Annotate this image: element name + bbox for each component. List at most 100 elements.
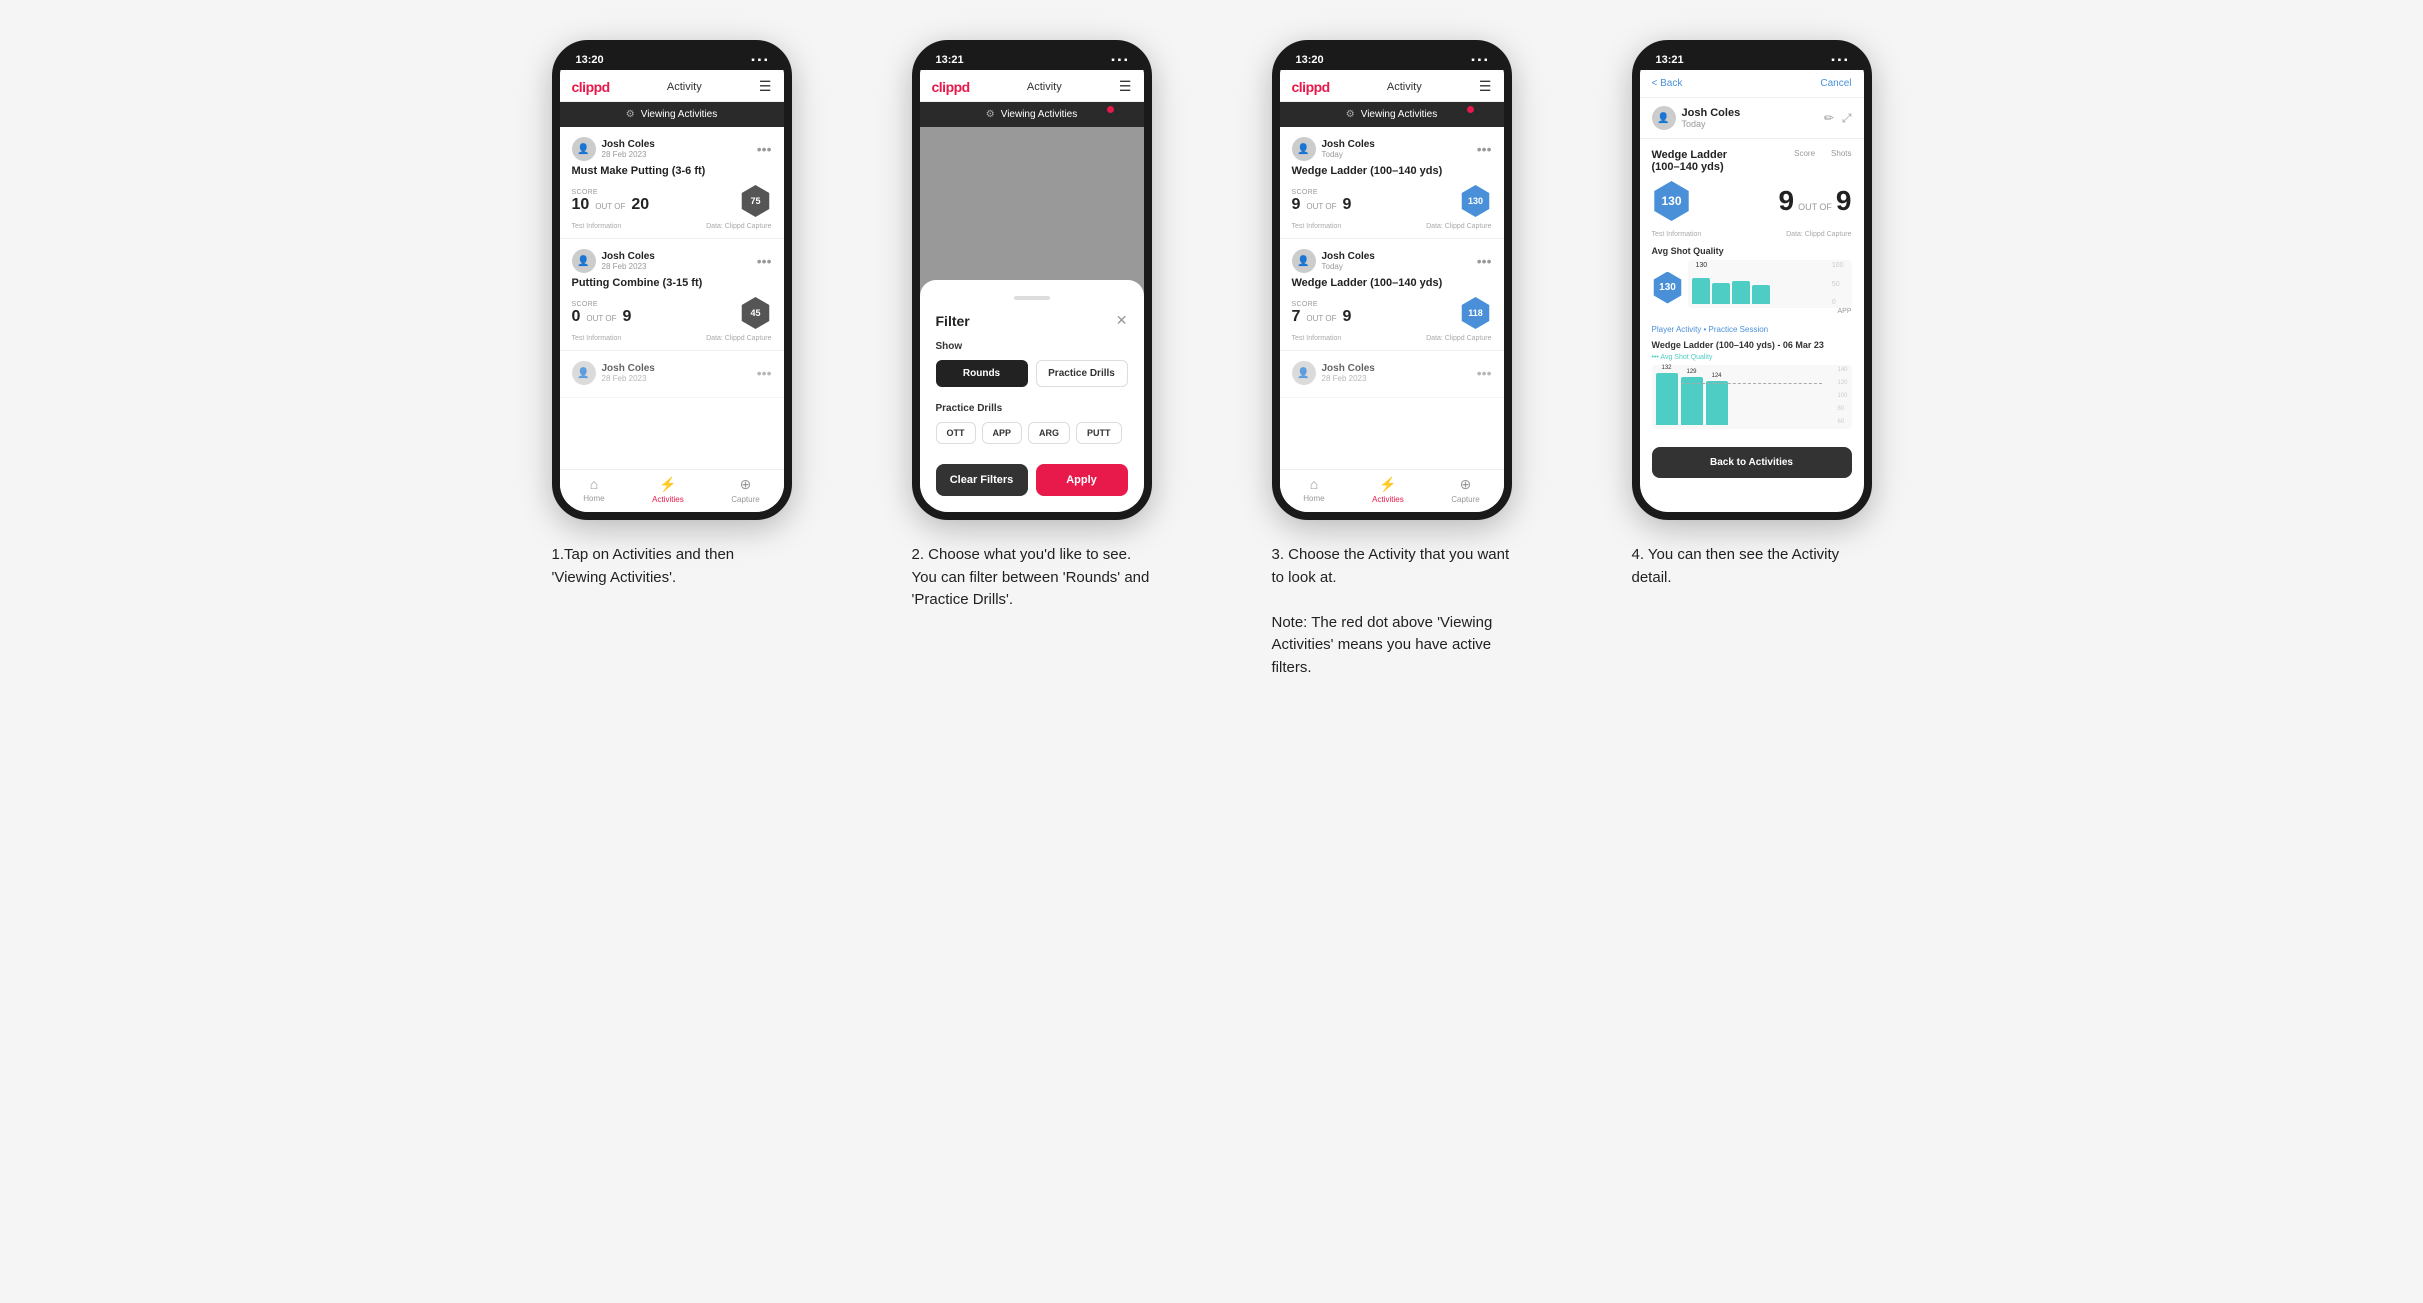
status-bar-1: 13:20 ▪ ▪ ▪ [560,48,784,70]
expand-icon-4[interactable]: ⤢ [1842,111,1852,126]
viewing-banner-2[interactable]: ⚙ Viewing Activities [920,102,1144,127]
activity-card-1-2[interactable]: 👤 Josh Coles 28 Feb 2023 ••• Putting Com… [560,239,784,351]
activity-card-3-3[interactable]: 👤 Josh Coles 28 Feb 2023 ••• [1280,351,1504,398]
edit-icon-4[interactable]: ✏ [1824,111,1834,126]
back-activities-button-4[interactable]: Back to Activities [1652,447,1852,478]
filter-tab-rounds-2[interactable]: Rounds [936,360,1028,387]
sub-chart-legend-4: ••• Avg Shot Quality [1652,354,1852,361]
sub-bar-3-wrapper-4: 124 [1706,373,1728,425]
activity-title-3-1: Wedge Ladder (100–140 yds) [1292,165,1492,177]
chart-x-label-4: APP [1688,308,1852,315]
viewing-banner-3[interactable]: ⚙ Viewing Activities [1280,102,1504,127]
filter-modal-overlay-2[interactable]: Filter ✕ Show Rounds Practice Drills Pra… [920,127,1144,512]
avg-sq-label-4: Avg Shot Quality [1652,246,1852,256]
user-info-3-3: Josh Coles 28 Feb 2023 [1322,363,1375,383]
dots-menu-1-1[interactable]: ••• [757,141,772,157]
nav-capture-3[interactable]: ⊕ Capture [1451,476,1479,504]
data-info-row-1-1: Test Information Data: Clippd Capture [572,223,772,230]
chart-hexagon-4: 130 [1652,272,1684,304]
hamburger-icon-3[interactable]: ☰ [1479,78,1492,95]
activity-card-1-3[interactable]: 👤 Josh Coles 28 Feb 2023 ••• [560,351,784,398]
time-1: 13:20 [576,54,604,66]
nav-capture-1[interactable]: ⊕ Capture [731,476,759,504]
card-header-3-3: 👤 Josh Coles 28 Feb 2023 ••• [1292,361,1492,385]
chart-top-label-4: 130 [1696,262,1708,269]
detail-score-headers-4: Score Shots [1794,149,1851,158]
detail-hexagon-4: 130 [1652,181,1692,221]
stats-row-3-2: Score 7 OUT OF 9 118 [1292,297,1492,329]
user-date-1-3: 28 Feb 2023 [602,374,655,383]
scroll-area-1[interactable]: 👤 Josh Coles 28 Feb 2023 ••• Must Make P… [560,127,784,469]
nav-activities-3[interactable]: ⚡ Activities [1372,476,1404,504]
settings-icon-3: ⚙ [1346,109,1355,120]
activities-icon-1: ⚡ [659,476,676,493]
drill-chip-app-2[interactable]: APP [982,422,1023,444]
app-title-3: Activity [1387,81,1422,93]
cancel-link-4[interactable]: Cancel [1820,78,1851,89]
viewing-banner-text-1: Viewing Activities [641,109,718,120]
card-header-1-2: 👤 Josh Coles 28 Feb 2023 ••• [572,249,772,273]
out-of-3-1: OUT OF [1306,202,1336,211]
activity-card-1-1[interactable]: 👤 Josh Coles 28 Feb 2023 ••• Must Make P… [560,127,784,239]
user-info-1-3: Josh Coles 28 Feb 2023 [602,363,655,383]
activity-card-3-2[interactable]: 👤 Josh Coles Today ••• Wedge Ladder (100… [1280,239,1504,351]
score-label-1-1: Score [572,189,650,196]
score-value-3-1: 9 [1292,196,1301,214]
clear-filters-button-2[interactable]: Clear Filters [936,464,1028,496]
settings-icon-1: ⚙ [626,109,635,120]
close-icon-2[interactable]: ✕ [1116,312,1128,329]
nav-home-1[interactable]: ⌂ Home [583,476,604,504]
shots-value-3-2: 9 [1342,308,1351,326]
user-row-3-3: 👤 Josh Coles 28 Feb 2023 [1292,361,1375,385]
sub-bar-3-4 [1706,381,1728,425]
detail-out-of-4: OUT OF [1798,202,1832,212]
shot-quality-badge-1-1: 75 [740,185,772,217]
red-dot-3 [1467,106,1474,113]
phone-frame-2: 13:21 ▪ ▪ ▪ clippd Activity ☰ ⚙ Viewing … [912,40,1152,520]
shots-value-1-1: 20 [631,196,649,214]
back-link-4[interactable]: < Back [1652,78,1683,89]
dots-menu-1-3[interactable]: ••• [757,365,772,381]
scroll-area-3[interactable]: 👤 Josh Coles Today ••• Wedge Ladder (100… [1280,127,1504,469]
stat-score-3-2: Score 7 OUT OF 9 [1292,301,1352,326]
score-display-4: 9 OUT OF 9 [1779,185,1852,217]
sub-y-labels-4: 140 120 100 80 60 [1837,367,1847,425]
drill-chip-arg-2[interactable]: ARG [1028,422,1070,444]
shots-value-1-2: 9 [622,308,631,326]
activities-icon-3: ⚡ [1379,476,1396,493]
hamburger-icon-1[interactable]: ☰ [759,78,772,95]
nav-activities-label-3: Activities [1372,495,1404,504]
drag-handle-2 [1014,296,1050,300]
data-source-3-2: Data: Clippd Capture [1426,335,1491,342]
dots-menu-3-1[interactable]: ••• [1477,141,1492,157]
score-header-4: Score [1794,149,1815,158]
session-link-4[interactable]: Player Activity • Practice Session [1652,325,1852,334]
viewing-banner-1[interactable]: ⚙ Viewing Activities [560,102,784,127]
detail-user-name-4: Josh Coles [1682,107,1741,119]
dots-menu-3-3[interactable]: ••• [1477,365,1492,381]
nav-home-3[interactable]: ⌂ Home [1303,476,1324,504]
activity-card-3-1[interactable]: 👤 Josh Coles Today ••• Wedge Ladder (100… [1280,127,1504,239]
nav-capture-label-3: Capture [1451,495,1479,504]
phone-frame-4: 13:21 ▪ ▪ ▪ < Back Cancel 👤 Josh Coles T… [1632,40,1872,520]
drill-chip-ott-2[interactable]: OTT [936,422,976,444]
filter-tab-practice-2[interactable]: Practice Drills [1036,360,1128,387]
shot-quality-badge-3-1: 130 [1460,185,1492,217]
chart-area-4: 100 50 0 130 APP [1688,260,1852,315]
drill-chip-putt-2[interactable]: PUTT [1076,422,1122,444]
activity-title-1-1: Must Make Putting (3-6 ft) [572,165,772,177]
score-group-3-2: 7 OUT OF 9 [1292,308,1352,326]
dots-menu-3-2[interactable]: ••• [1477,253,1492,269]
sub-chart-title-4: Wedge Ladder (100–140 yds) - 06 Mar 23 [1652,340,1852,350]
nav-activities-1[interactable]: ⚡ Activities [652,476,684,504]
nav-home-label-3: Home [1303,494,1324,503]
nav-capture-label-1: Capture [731,495,759,504]
apply-button-2[interactable]: Apply [1036,464,1128,496]
dots-menu-1-2[interactable]: ••• [757,253,772,269]
detail-score-value-4: 9 [1779,185,1795,217]
filter-tabs-2: Rounds Practice Drills [936,360,1128,387]
hamburger-icon-2[interactable]: ☰ [1119,78,1132,95]
user-date-1-1: 28 Feb 2023 [602,150,655,159]
user-row-1-2: 👤 Josh Coles 28 Feb 2023 [572,249,655,273]
detail-user-info-4: 👤 Josh Coles Today [1652,106,1741,130]
